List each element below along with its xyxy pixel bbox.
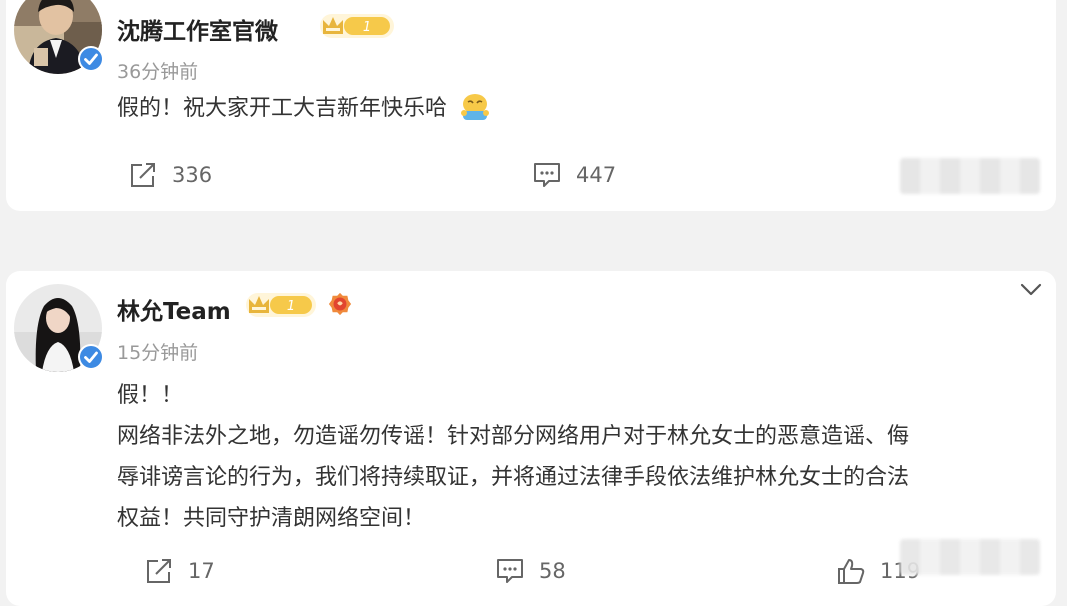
comment-button[interactable]: 58 <box>495 557 566 585</box>
thumbs-up-icon <box>838 559 865 584</box>
bowing-emoji-icon <box>461 94 490 120</box>
member-level-badge-icon: 1 <box>320 14 394 38</box>
weibo-post-card: 林允Team 1 15分钟前 假！！ 网络非法外之地，勿造谣勿传谣！针对部分网络… <box>6 271 1056 606</box>
comment-icon <box>497 559 523 583</box>
comment-button[interactable]: 447 <box>532 161 616 189</box>
post-text-line: 假！！ <box>117 383 184 408</box>
author-avatar[interactable] <box>14 284 104 372</box>
author-avatar[interactable] <box>14 0 104 74</box>
post-text-line: 网络非法外之地，勿造谣勿传谣！针对部分网络用户对于林允女士的恶意造谣、侮 <box>117 424 910 449</box>
post-time: 36分钟前 <box>117 61 199 83</box>
verified-badge-icon <box>78 46 104 72</box>
post-text: 假的！祝大家开工大吉新年快乐哈 <box>117 88 492 129</box>
comment-count: 447 <box>576 163 617 187</box>
level-number: 1 <box>287 299 295 314</box>
post-text-line: 权益！共同守护清朗网络空间！ <box>117 506 426 531</box>
author-name[interactable]: 林允Team <box>117 292 231 326</box>
post-text-line: 辱诽谤言论的行为，我们将持续取证，并将通过法律手段依法维护林允女士的合法 <box>117 465 910 490</box>
repost-button[interactable]: 17 <box>144 557 215 585</box>
repost-count: 17 <box>188 559 215 583</box>
comment-count: 58 <box>539 559 566 583</box>
repost-icon <box>131 163 155 187</box>
blurred-overlay <box>900 539 1040 575</box>
weibo-post-card: 沈腾工作室官微 1 36分钟前 假的！祝大家开工大吉新年快乐哈 336 447 <box>6 0 1056 211</box>
comment-icon <box>534 163 560 187</box>
repost-count: 336 <box>172 163 213 187</box>
post-time: 15分钟前 <box>117 342 199 364</box>
author-name[interactable]: 沈腾工作室官微 <box>117 12 278 46</box>
chevron-down-icon[interactable] <box>1018 279 1044 299</box>
fan-badge-icon <box>328 292 352 316</box>
post-text-line: 假的！祝大家开工大吉新年快乐哈 <box>117 96 448 121</box>
member-level-badge-icon: 1 <box>246 293 316 317</box>
repost-icon <box>147 559 171 583</box>
verified-badge-icon <box>78 344 104 370</box>
repost-button[interactable]: 336 <box>128 161 212 189</box>
blurred-like-area <box>900 158 1040 194</box>
level-number: 1 <box>363 20 371 35</box>
